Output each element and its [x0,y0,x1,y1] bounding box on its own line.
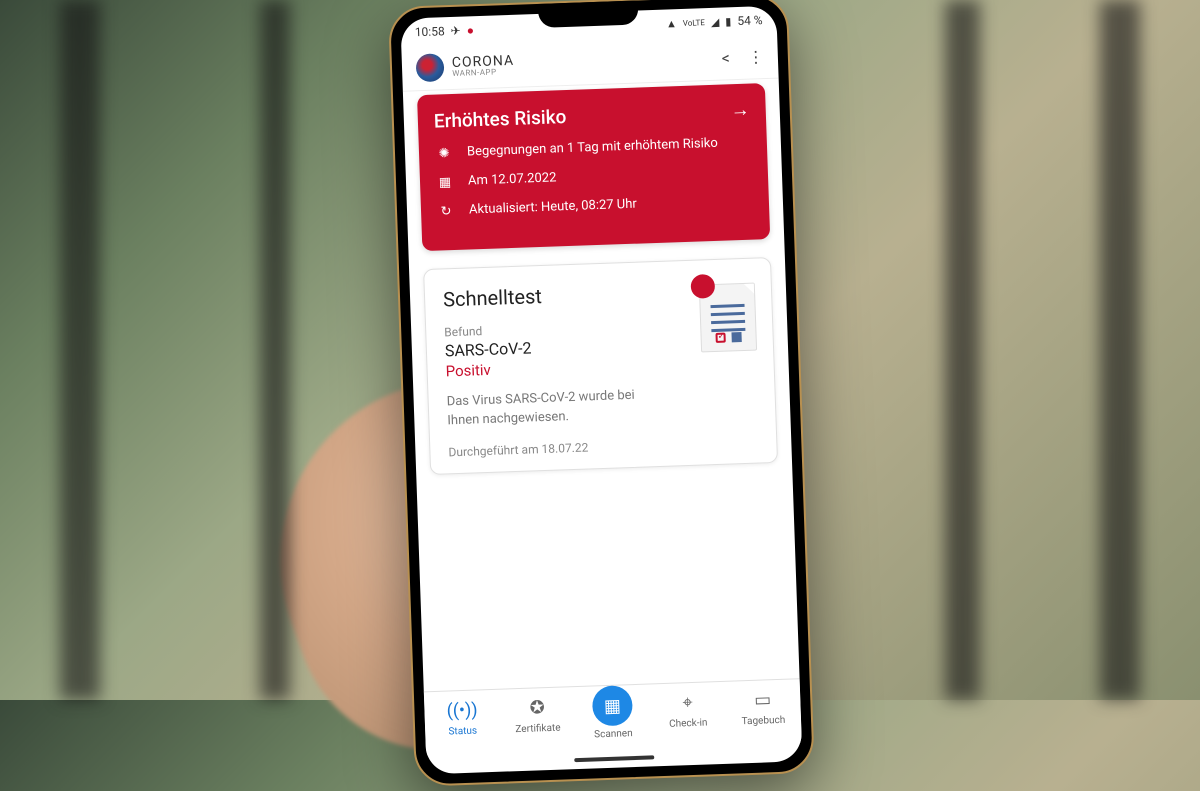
calendar-icon: ▦ [436,174,455,193]
status-icon: ((•)) [446,697,478,724]
dot-icon: ● [466,23,474,37]
certificate-icon: ✪ [529,694,545,721]
risk-date: Am 12.07.2022 [468,170,557,191]
risk-updated: Aktualisiert: Heute, 08:27 Uhr [469,196,637,220]
test-performed: Durchgeführt am 18.07.22 [448,434,758,459]
arrow-right-icon: → [730,98,750,123]
app-brand: CORONA WARN-APP [416,51,515,82]
document-icon [690,272,757,352]
test-card[interactable]: Schnelltest Befund SARS-CoV-2 Positiv Da… [423,257,778,475]
signal-icon: ◢ [711,15,720,28]
nav-scan-label: Scannen [594,728,633,740]
nav-diary[interactable]: ▭ Tagebuch [725,685,802,736]
risk-title: Erhöhtes Risiko [433,105,566,133]
telegram-icon: ✈ [450,24,461,38]
nav-certificates-label: Zertifikate [515,723,561,736]
qr-icon: ▦ [592,685,633,726]
wifi-icon: ▲ [666,17,677,30]
test-description: Das Virus SARS-CoV-2 wurde bei Ihnen nac… [446,384,667,431]
nav-scan[interactable]: ▦ Scannen [574,690,651,741]
risk-encounters: Begegnungen an 1 Tag mit erhöhtem Risiko [467,135,718,162]
volte-icon: VoLTE [683,18,705,28]
phone-frame: 10:58 ✈ ● ▲ VoLTE ◢ ▮ 54 % CORONA WARN-A… [388,0,815,787]
clock-icon: ↻ [437,203,456,222]
location-icon: ⌖ [682,689,693,715]
share-icon[interactable]: < [721,48,730,67]
nav-checkin[interactable]: ⌖ Check-in [650,688,727,739]
nav-checkin-label: Check-in [669,717,708,729]
nav-pill[interactable] [574,755,654,762]
nav-certificates[interactable]: ✪ Zertifikate [499,693,576,744]
battery-percent: 54 % [737,13,763,28]
more-icon[interactable]: ⋮ [748,47,765,67]
app-subtitle: WARN-APP [452,68,514,78]
status-time: 10:58 [415,24,445,39]
notch [538,0,639,27]
battery-icon: ▮ [725,15,732,28]
screen: 10:58 ✈ ● ▲ VoLTE ◢ ▮ 54 % CORONA WARN-A… [400,6,802,775]
nav-status[interactable]: ((•)) Status [424,696,501,747]
nav-status-label: Status [448,726,477,738]
app-logo-icon [416,53,445,82]
virus-icon: ✺ [435,145,454,164]
nav-diary-label: Tagebuch [741,715,785,728]
risk-card[interactable]: Erhöhtes Risiko → ✺ Begegnungen an 1 Tag… [417,83,770,251]
